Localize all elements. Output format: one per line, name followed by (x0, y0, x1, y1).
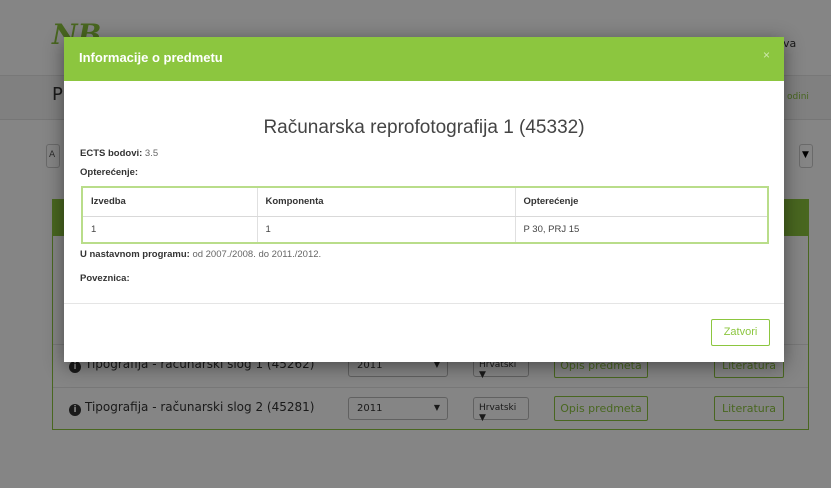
table-cell: 1 (257, 216, 516, 242)
close-icon[interactable]: × (763, 48, 770, 62)
ects-label: ECTS bodovi: (80, 148, 143, 159)
column-header-komponenta: Komponenta (257, 188, 516, 217)
column-header-izvedba: Izvedba (83, 188, 258, 217)
modal-header: Informacije o predmetu × (64, 37, 784, 81)
ects-value: 3.5 (144, 148, 159, 159)
program-label: U nastavnom programu: (80, 249, 190, 260)
program-value: od 2007./2008. do 2011./2012. (192, 249, 322, 260)
workload-table: Izvedba Komponenta Opterećenje 1 1 P 30,… (81, 186, 769, 244)
table-cell: 1 (83, 216, 258, 242)
modal-title: Informacije o predmetu (79, 50, 223, 65)
poveznica-label: Poveznica: (80, 273, 130, 284)
table-row: 1 1 P 30, PRJ 15 (83, 216, 767, 242)
column-header-opterecenje: Opterećenje (515, 188, 767, 217)
table-cell: P 30, PRJ 15 (523, 223, 580, 235)
opterecenje-label: Opterećenje: (80, 167, 139, 178)
program-line: U nastavnom programu: od 2007./2008. do … (80, 249, 321, 260)
ects-line: ECTS bodovi: 3.5 (80, 148, 158, 159)
course-title: Računarska reprofotografija 1 (45332) (263, 117, 585, 138)
modal-footer-divider (64, 303, 784, 304)
zatvori-button[interactable]: Zatvori (711, 319, 770, 346)
course-info-modal: Informacije o predmetu × Računarska repr… (64, 37, 784, 362)
